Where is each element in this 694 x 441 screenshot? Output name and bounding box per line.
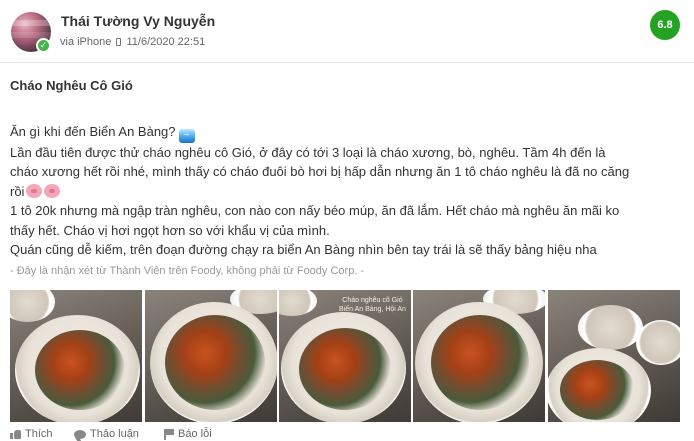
review-line: Quán cũng dễ kiếm, trên đoạn đường chạy … [10, 242, 597, 258]
pig-emoji-icon [44, 183, 61, 198]
flag-icon [164, 428, 174, 440]
discuss-label: Thảo luận [90, 428, 139, 440]
review-line: 1 tô 20k nhưng mà ngập tràn nghêu, con n… [10, 203, 620, 219]
review-line: thấy hết. Cháo vị hơi ngọt hơn so với kh… [10, 222, 330, 238]
review-photo[interactable] [145, 290, 277, 422]
review-title[interactable]: Cháo Nghêu Cô Gió [10, 78, 133, 93]
header-divider [0, 62, 694, 63]
review-line: cháo xương hết rồi nhé, mình thấy có chá… [10, 164, 630, 180]
verified-check-icon: ✓ [36, 38, 51, 53]
photo-caption: Cháo nghêu cô Gió Biển An Bàng, Hội An [339, 297, 406, 313]
review-line: Ăn gì khi đến Biển An Bàng? ~ [10, 122, 680, 143]
like-label: Thích [25, 428, 53, 440]
pig-emoji-icon [26, 183, 43, 198]
discuss-button[interactable]: Thảo luận [74, 428, 139, 440]
review-photo[interactable]: Cháo nghêu cô Gió Biển An Bàng, Hội An [279, 290, 411, 422]
via-device: via iPhone [60, 36, 112, 48]
review-header: ✓ Thái Tường Vy Nguyễn via iPhone 11/6/2… [0, 0, 694, 60]
score-badge: 6.8 [650, 10, 680, 40]
phone-icon [116, 38, 122, 46]
user-name[interactable]: Thái Tường Vy Nguyễn [61, 13, 215, 29]
disclaimer: - Đây là nhận xét từ Thành Viên trên Foo… [10, 265, 365, 277]
photo-gallery: Cháo nghêu cô Gió Biển An Bàng, Hội An [10, 290, 680, 422]
review-photo[interactable] [548, 290, 680, 422]
report-label: Báo lỗi [178, 428, 212, 440]
review-body: Ăn gì khi đến Biển An Bàng? ~ Lần đầu tiê… [10, 122, 680, 259]
thumbs-up-icon [10, 429, 21, 439]
action-bar: Thích Thảo luận Báo lỗi [0, 428, 694, 441]
review-line: Lần đầu tiên được thử cháo nghêu cô Gió,… [10, 145, 606, 160]
review-photo[interactable] [10, 290, 142, 422]
post-timestamp: 11/6/2020 22:51 [126, 36, 206, 48]
review-photo[interactable] [413, 290, 545, 422]
report-button[interactable]: Báo lỗi [164, 428, 212, 440]
comment-icon [74, 429, 86, 439]
post-meta: via iPhone 11/6/2020 22:51 [60, 36, 205, 48]
review-line: rồi [10, 182, 680, 201]
wave-emoji-icon: ~ [178, 129, 195, 143]
like-button[interactable]: Thích [10, 428, 53, 440]
